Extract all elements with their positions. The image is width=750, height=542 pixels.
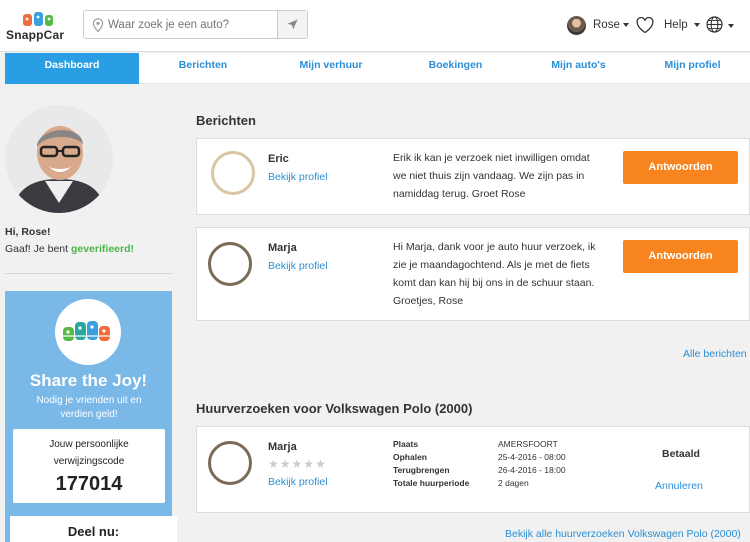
detail-label: Totale huurperiode (393, 478, 470, 488)
sender-avatar[interactable] (211, 151, 255, 195)
detail-row: Plaats AMERSFOORT (393, 439, 593, 452)
sender-name: Marja (268, 242, 297, 254)
location-pin-icon (92, 18, 104, 32)
verification-prefix: Gaaf! Je bent (5, 243, 71, 255)
message-text: Erik ik kan je verzoek niet inwilligen o… (393, 152, 590, 200)
requests-title: Huurverzoeken voor Volkswagen Polo (2000… (196, 401, 473, 416)
help-menu[interactable]: Help (664, 19, 700, 31)
share-the-joy-panel: Share the Joy! Nodig je vrienden uit en … (5, 291, 177, 542)
globe-icon[interactable] (706, 16, 723, 33)
payment-status: Betaald (662, 448, 700, 460)
sender-name: Eric (268, 153, 289, 165)
detail-value: 25-4-2016 - 08:00 (498, 452, 566, 462)
user-avatar (567, 15, 586, 35)
star-icon: ★ (303, 457, 315, 471)
star-icon: ★ (268, 457, 279, 471)
search-input[interactable] (108, 16, 268, 34)
detail-label: Ophalen (393, 452, 428, 462)
star-icon: ★ (279, 457, 291, 471)
greeting-text: Hi, Rose! (5, 226, 51, 238)
logo-text: SnappCar (6, 28, 65, 42)
mascots-icon (61, 321, 113, 341)
locate-me-button[interactable] (277, 11, 307, 38)
search-box (83, 10, 308, 39)
star-icon: ★ (291, 457, 303, 471)
referral-code: 177014 (55, 473, 123, 495)
chevron-down-icon (693, 22, 700, 27)
tab-berichten[interactable]: Berichten (139, 53, 267, 84)
sender-avatar[interactable] (208, 242, 252, 286)
reply-button[interactable]: Antwoorden (623, 240, 738, 273)
rating-stars: ★ ★ ★ ★ ★ (268, 458, 326, 470)
cancel-link[interactable]: Annuleren (655, 480, 703, 492)
view-profile-link[interactable]: Bekijk profiel (268, 476, 328, 488)
main-tabs: Dashboard Berichten Mijn verhuur Boeking… (5, 53, 750, 84)
detail-row: Terugbrengen 26-4-2016 - 18:00 (393, 465, 593, 478)
verification-status: Gaaf! Je bent geverifieerd! (5, 243, 134, 255)
message-card: Marja Bekijk profiel Hi Marja, dank voor… (196, 227, 750, 321)
detail-value: 2 dagen (498, 478, 529, 488)
user-name: Rose (593, 19, 620, 31)
detail-value: 26-4-2016 - 18:00 (498, 465, 566, 475)
tab-dashboard[interactable]: Dashboard (5, 53, 139, 84)
detail-label: Terugbrengen (393, 465, 450, 475)
verified-label: geverifieerd! (70, 243, 134, 255)
share-now-label: Deel nu: (67, 524, 120, 539)
share-badge (55, 299, 121, 365)
sidebar-divider (5, 273, 172, 274)
reply-button[interactable]: Antwoorden (623, 151, 738, 184)
requester-avatar[interactable] (208, 441, 252, 485)
help-label: Help (664, 19, 688, 31)
snappcar-logo[interactable]: SnappCar (6, 12, 70, 42)
logo-mascots-icon (23, 12, 53, 26)
navigation-arrow-icon (287, 19, 298, 30)
share-title: Share the Joy! (29, 371, 148, 390)
top-header: SnappCar Rose Help (0, 0, 750, 52)
user-menu[interactable]: Rose (567, 15, 629, 35)
messages-title: Berichten (196, 113, 256, 128)
view-profile-link[interactable]: Bekijk profiel (268, 171, 328, 183)
view-profile-link[interactable]: Bekijk profiel (268, 260, 328, 272)
referral-code-box: Jouw persoonlijke verwijzingscode 177014 (13, 429, 165, 503)
requester-name: Marja (268, 441, 297, 453)
rental-request-card: Marja ★ ★ ★ ★ ★ Bekijk profiel Plaats AM… (196, 426, 750, 513)
share-subtitle: Nodig je vrienden uit en verdien geld! (36, 395, 142, 420)
detail-row: Ophalen 25-4-2016 - 08:00 (393, 452, 593, 465)
message-card: Eric Bekijk profiel Erik ik kan je verzo… (196, 138, 750, 215)
all-requests-link[interactable]: Bekijk alle huurverzoeken Volkswagen Pol… (505, 528, 741, 540)
detail-row: Totale huurperiode 2 dagen (393, 478, 593, 491)
star-icon: ★ (315, 457, 326, 471)
tab-mijn-autos[interactable]: Mijn auto's (505, 53, 652, 84)
heart-icon[interactable] (636, 17, 654, 34)
detail-value: AMERSFOORT (498, 439, 558, 449)
detail-label: Plaats (393, 439, 419, 449)
referral-code-label: Jouw persoonlijke verwijzingscode (49, 439, 129, 467)
tab-mijn-profiel[interactable]: Mijn profiel (635, 53, 750, 84)
chevron-down-icon[interactable] (728, 24, 734, 28)
share-now-box: Deel nu: (10, 516, 177, 542)
all-messages-link[interactable]: Alle berichten (683, 348, 747, 360)
profile-photo (5, 105, 113, 213)
chevron-down-icon (622, 23, 629, 27)
message-text: Hi Marja, dank voor je auto huur verzoek… (393, 241, 596, 307)
